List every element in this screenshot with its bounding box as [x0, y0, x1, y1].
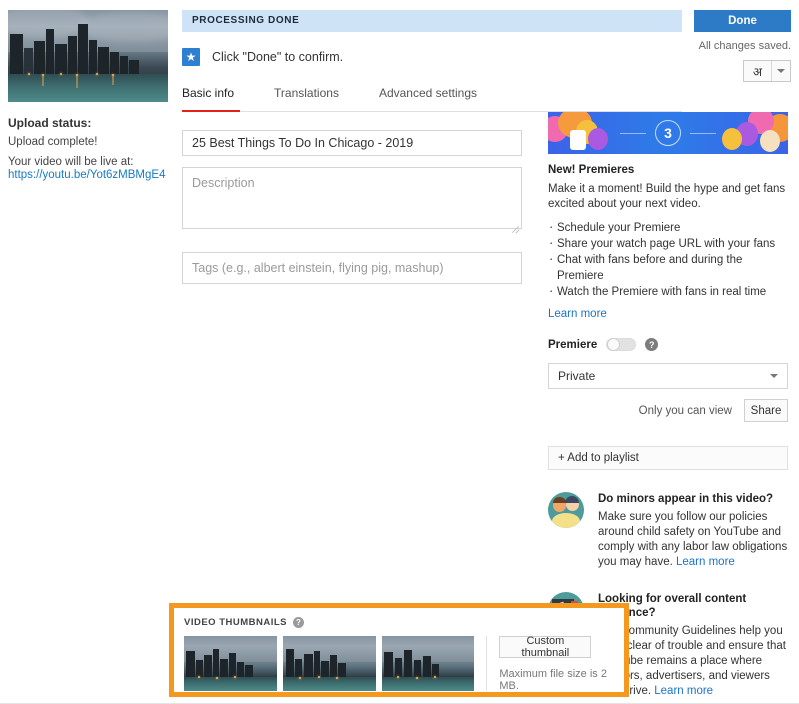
preview-building: [129, 60, 139, 75]
thumbnails-inner: VIDEO THUMBNAILS ? Custom thumbnail Maxi…: [174, 608, 624, 692]
preview-building: [98, 47, 109, 75]
preview-building: [34, 41, 45, 75]
policy-text: Make sure you follow our policies around…: [598, 510, 788, 570]
left-column: Upload status: Upload complete! Your vid…: [8, 10, 168, 181]
only-you-can-view-text: Only you can view: [638, 404, 732, 417]
countdown-number: 3: [655, 120, 681, 146]
preview-building: [24, 48, 33, 75]
list-item: Chat with fans before and during the Pre…: [548, 251, 788, 284]
title-input[interactable]: [182, 130, 522, 156]
preview-building: [46, 29, 54, 75]
thumbnails-header: VIDEO THUMBNAILS ?: [184, 617, 624, 628]
video-url-link[interactable]: https://youtu.be/Yot6zMBMgE4: [8, 169, 168, 181]
premiere-toggle-label: Premiere: [548, 338, 598, 351]
confirm-text: Click "Done" to confirm.: [212, 50, 344, 64]
preview-building: [55, 44, 67, 75]
custom-thumbnail-button[interactable]: Custom thumbnail: [499, 635, 592, 659]
premieres-learn-more-link[interactable]: Learn more: [548, 308, 788, 320]
privacy-value: Private: [558, 369, 596, 383]
list-item: Share your watch page URL with your fans: [548, 235, 788, 252]
upload-status-value: Upload complete!: [8, 136, 98, 148]
all-changes-saved-text: All changes saved.: [698, 40, 791, 52]
confirm-row: ★ Click "Done" to confirm.: [182, 46, 527, 68]
policy-learn-more-link[interactable]: Learn more: [676, 556, 735, 568]
premieres-heading: New! Premieres: [548, 164, 635, 176]
toggle-knob: [607, 338, 621, 351]
minors-avatar-icon: [548, 492, 584, 528]
add-to-playlist-button[interactable]: + Add to playlist: [548, 446, 788, 470]
thumbnail-option[interactable]: [381, 636, 475, 691]
live-at-label: Your video will be live at:: [8, 156, 134, 168]
thumbnail-option[interactable]: [282, 636, 376, 691]
policy-heading: Do minors appear in this video?: [598, 493, 774, 505]
preview-water: [8, 74, 168, 102]
thumbnail-actions: Custom thumbnail Maximum file size is 2 …: [499, 635, 624, 692]
tab-translations[interactable]: Translations: [274, 86, 339, 112]
tab-bar: Basic info Translations Advanced setting…: [182, 86, 682, 112]
thumbnail-option[interactable]: [184, 636, 277, 691]
tab-basic-info[interactable]: Basic info: [182, 86, 234, 112]
upload-status-title: Upload status:: [8, 116, 92, 130]
premiere-toggle[interactable]: [606, 338, 637, 351]
star-icon: ★: [182, 48, 200, 66]
upload-page: Upload status: Upload complete! Your vid…: [0, 0, 799, 704]
preview-building: [120, 56, 128, 75]
language-selector[interactable]: अ: [743, 60, 791, 82]
chevron-down-icon: [770, 374, 778, 378]
max-file-size-text: Maximum file size is 2 MB.: [499, 668, 607, 692]
processing-status-banner: PROCESSING DONE: [182, 10, 682, 32]
privacy-select[interactable]: Private: [548, 363, 788, 389]
tags-input[interactable]: [182, 252, 522, 284]
thumbnails-title: VIDEO THUMBNAILS: [184, 617, 287, 628]
preview-building: [89, 40, 97, 75]
premieres-feature-list: Schedule your Premiere Share your watch …: [548, 219, 788, 300]
description-wrapper: [182, 156, 522, 234]
thumbnails-row: Custom thumbnail Maximum file size is 2 …: [184, 635, 624, 692]
policy-body: Do minors appear in this video? Make sur…: [598, 492, 788, 570]
video-thumbnails-section: VIDEO THUMBNAILS ? Custom thumbnail Maxi…: [169, 603, 629, 697]
policy-item-minors: Do minors appear in this video? Make sur…: [548, 492, 788, 570]
language-char-label: अ: [752, 64, 763, 79]
preview-building: [110, 52, 119, 75]
video-preview-thumbnail[interactable]: [8, 10, 168, 102]
preview-building: [68, 36, 77, 75]
premiere-toggle-row: Premiere ?: [548, 338, 788, 351]
list-item: Schedule your Premiere: [548, 219, 788, 236]
main-column: PROCESSING DONE ★ Click "Done" to confir…: [182, 10, 682, 284]
done-button[interactable]: Done: [694, 10, 791, 32]
preview-building: [78, 24, 88, 75]
description-input[interactable]: [182, 167, 522, 229]
preview-building: [10, 34, 23, 75]
chevron-down-icon[interactable]: [772, 61, 790, 81]
tab-advanced-settings[interactable]: Advanced settings: [379, 86, 477, 112]
tab-active-indicator: [182, 109, 240, 112]
list-item: Watch the Premiere with fans in real tim…: [548, 283, 788, 300]
help-icon[interactable]: ?: [293, 617, 304, 628]
policy-learn-more-link[interactable]: Learn more: [654, 685, 713, 697]
premieres-body: Make it a moment! Build the hype and get…: [548, 183, 786, 210]
divider: [486, 636, 488, 691]
share-row: Only you can view Share: [548, 399, 788, 422]
premieres-promo-banner: 3: [548, 112, 788, 154]
share-button[interactable]: Share: [744, 399, 788, 422]
help-icon[interactable]: ?: [645, 338, 659, 351]
